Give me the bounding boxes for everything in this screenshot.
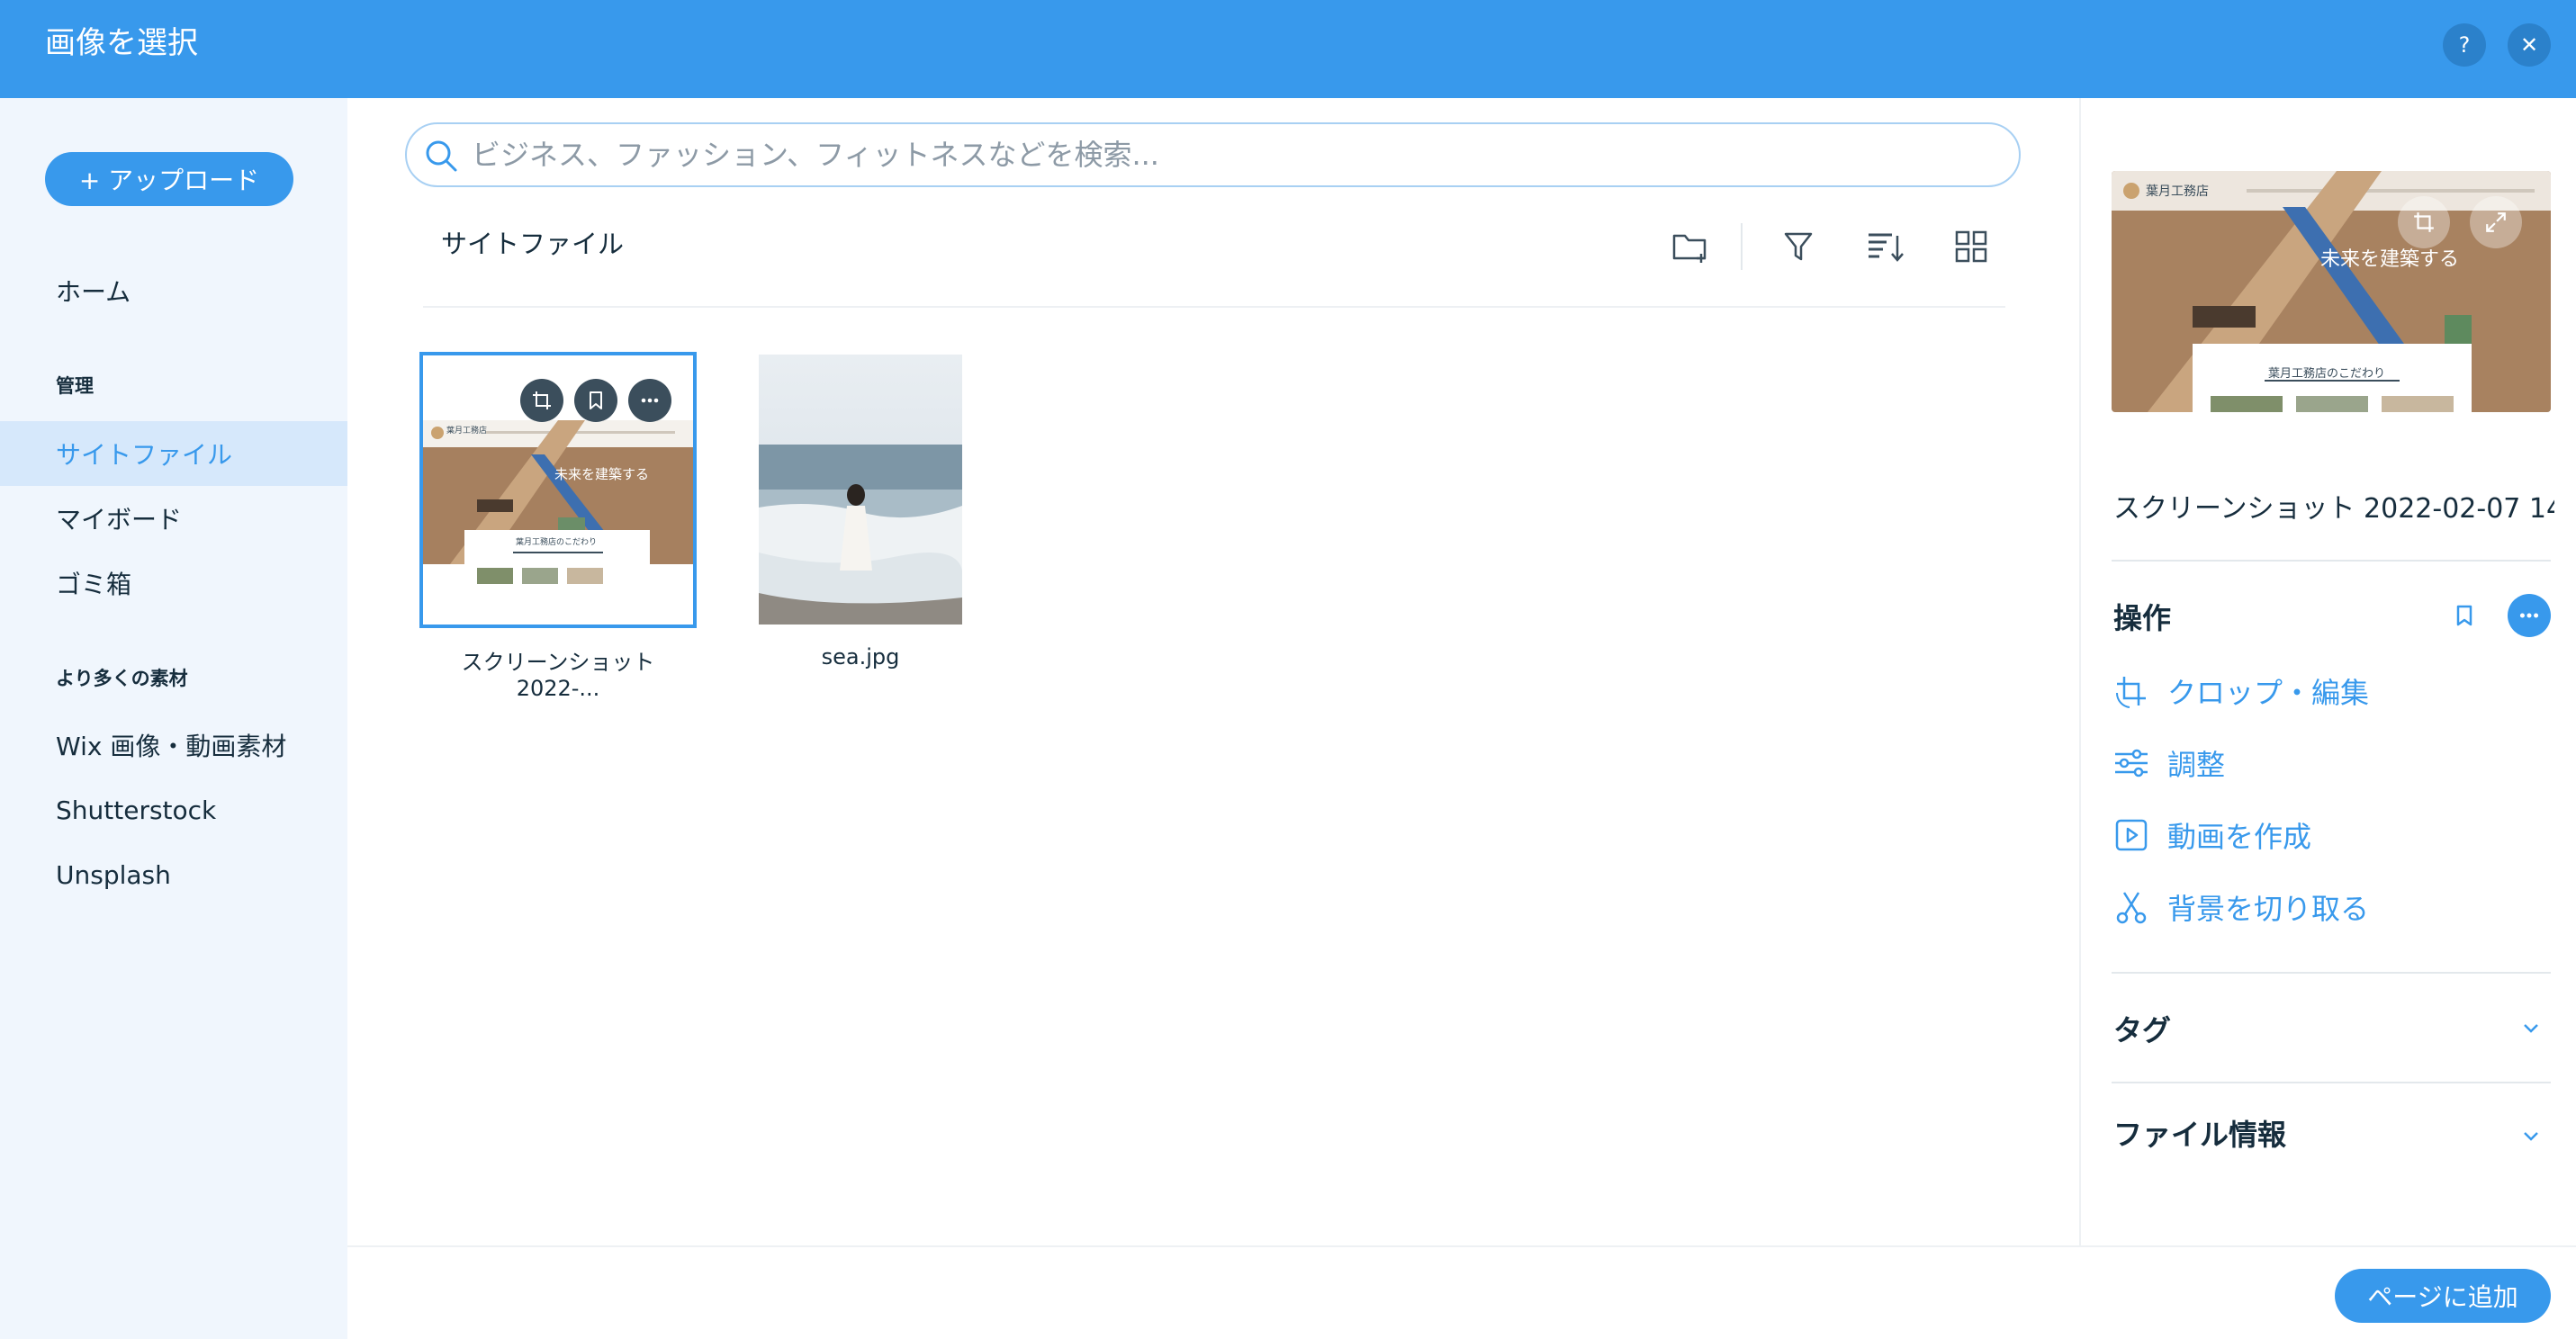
sidebar-item-home[interactable]: ホーム [0,258,347,323]
close-button[interactable]: ✕ [2508,23,2551,67]
action-label: 調整 [2167,748,2226,782]
selected-file-name: スクリーンショット 2022-02-07 14.... [2113,493,2554,525]
details-separator [2112,560,2551,562]
details-separator [2112,1082,2551,1083]
details-more-button[interactable] [2508,594,2551,637]
help-button[interactable]: ? [2443,23,2486,67]
file-info-heading[interactable]: ファイル情報 [2113,1112,2286,1154]
action-crop-edit[interactable]: クロップ・編集 [2112,670,2369,713]
chevron-down-icon[interactable] [2520,1125,2542,1146]
upload-button[interactable]: + アップロード [45,152,293,206]
footer-divider [347,1245,2576,1247]
adjust-icon [2115,749,2148,777]
actions-heading: 操作 [2113,601,2172,635]
crop-icon [2115,677,2146,708]
filter-button[interactable] [1779,227,1818,266]
tags-heading[interactable]: タグ [2113,1008,2171,1049]
search-input[interactable] [472,131,2002,178]
sidebar-item-my-boards[interactable]: マイボード [0,486,347,551]
more-icon [2519,613,2539,618]
details-separator [2112,972,2551,974]
search-bar[interactable] [405,122,2021,187]
details-bookmark-button[interactable] [2448,598,2481,634]
action-label: クロップ・編集 [2167,676,2370,710]
thumb-headline: 未来を建築する [554,466,650,482]
grid-view-button[interactable] [1951,227,1991,266]
expand-icon [2486,212,2506,232]
action-label: 動画を作成 [2167,820,2312,854]
thumbnail-more-button[interactable] [628,379,671,422]
thumbnail-bookmark-button[interactable] [574,379,617,422]
sort-icon [1869,233,1904,262]
toolbar-divider [1741,223,1743,270]
preview-headline: 未来を建築する [2320,248,2460,271]
details-panel-border [2079,98,2081,1245]
sidebar-item-trash[interactable]: ゴミ箱 [0,551,347,616]
manage-heading: 管理 [56,375,94,397]
new-folder-button[interactable] [1671,227,1710,266]
dialog-title: 画像を選択 [45,25,198,61]
action-label: 背景を切り取る [2167,892,2370,926]
folder-title: サイトファイル [441,229,625,259]
preview-site-name: 葉月工務店 [2146,184,2209,199]
search-icon [426,140,457,172]
sort-button[interactable] [1865,227,1905,266]
more-media-heading: より多くの素材 [56,668,188,689]
crop-icon [533,391,551,409]
file-thumbnail-sea[interactable] [759,355,962,625]
bookmark-icon [2456,605,2472,626]
video-icon [2115,819,2148,851]
bookmark-icon [590,391,602,409]
toolbar-separator [423,306,2005,308]
preview-expand-button[interactable] [2470,196,2522,248]
thumbnail-crop-button[interactable] [520,379,563,422]
action-create-video[interactable]: 動画を作成 [2112,813,2311,857]
file-thumbnail-screenshot[interactable]: 葉月工務店 未来を建築する 葉月工務店のこだわり [419,352,697,628]
more-icon [641,398,659,403]
sidebar-item-unsplash[interactable]: Unsplash [0,842,347,907]
filter-icon [1784,232,1813,261]
file-label-sea: sea.jpg [821,644,900,670]
sidebar-item-shutterstock[interactable]: Shutterstock [0,777,347,842]
sidebar-item-wix-media[interactable]: Wix 画像・動画素材 [0,713,347,777]
dialog-header: 画像を選択 ? ✕ [0,0,2576,98]
thumb-site-name: 葉月工務店 [446,427,488,436]
sidebar: + アップロード ホーム 管理 サイトファイル マイボード ゴミ箱 より多くの素… [0,98,347,1339]
new-folder-icon [1672,234,1707,263]
sidebar-item-site-files[interactable]: サイトファイル [0,421,347,486]
action-remove-background[interactable]: 背景を切り取る [2112,885,2369,929]
scissors-icon [2116,892,2147,924]
grid-view-icon [1955,230,1987,263]
preview-card-title: 葉月工務店のこだわり [2268,367,2386,381]
preview-crop-button[interactable] [2398,196,2450,248]
action-adjust[interactable]: 調整 [2112,741,2225,785]
add-to-page-button[interactable]: ページに追加 [2335,1269,2551,1323]
sea-image [759,355,962,625]
preview-image: 葉月工務店 未来を建築する 葉月工務店のこだわり [2112,171,2551,412]
thumb-card-title: 葉月工務店のこだわり [516,538,598,547]
crop-icon [2414,212,2434,232]
chevron-down-icon[interactable] [2520,1017,2542,1038]
file-label-screenshot: スクリーンショット 2022-... [461,650,655,701]
